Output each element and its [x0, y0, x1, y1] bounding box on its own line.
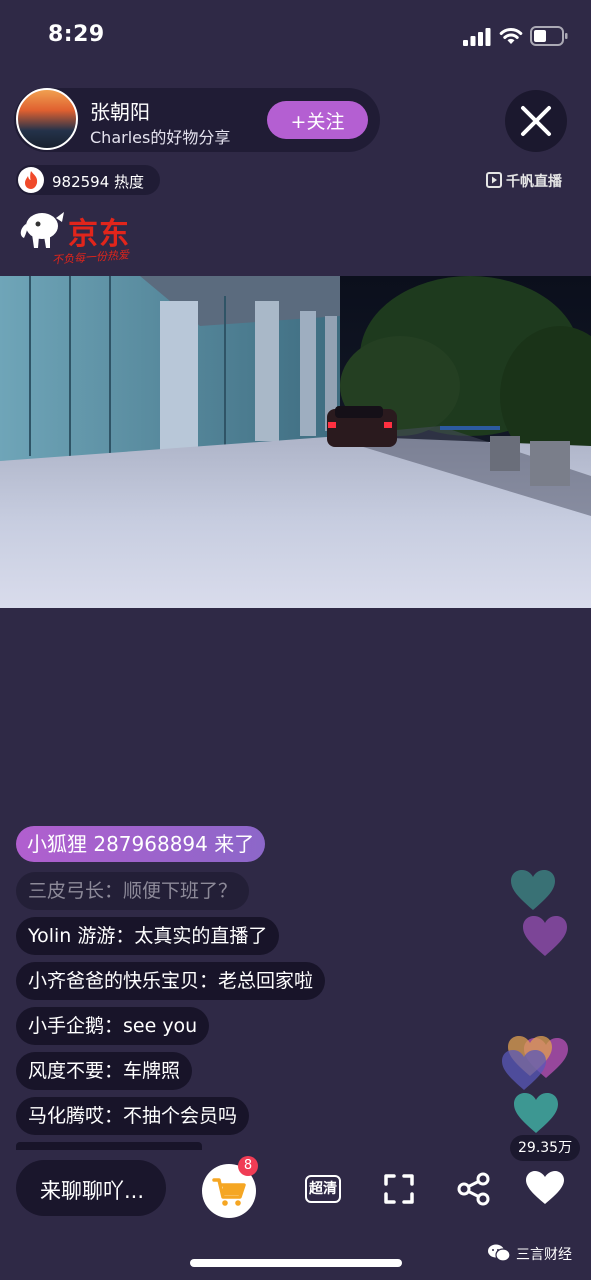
- chat-message: 风度不要：车牌照: [16, 1052, 193, 1090]
- chat-message: Yolin 游游：太真实的直播了: [16, 917, 280, 955]
- floating-heart-icon: [502, 1050, 546, 1090]
- chat-message: 马化腾哎：不抽个会员吗: [16, 1097, 250, 1135]
- user-entry-notice: 小狐狸 287968894 来了: [16, 826, 266, 862]
- like-heart-icon[interactable]: [525, 1170, 565, 1206]
- floating-heart-icon: [514, 1093, 558, 1133]
- floating-heart-icon: [511, 870, 555, 910]
- wifi-icon: [499, 28, 523, 44]
- floating-heart-icon: [523, 916, 567, 956]
- watermark-text: 三言财经: [516, 1247, 572, 1263]
- status-time: 8:29: [48, 22, 105, 47]
- close-button[interactable]: [505, 90, 567, 152]
- cart-count-badge: 8: [238, 1156, 258, 1176]
- chat-message-partial: [16, 1142, 202, 1150]
- chat-input-placeholder: 来聊聊吖...: [40, 1179, 145, 1203]
- video-frame: [0, 276, 591, 608]
- fullscreen-icon[interactable]: [384, 1174, 414, 1204]
- signal-icon: [463, 28, 491, 46]
- like-count: 29.35万: [510, 1135, 581, 1161]
- chat-message: 小手企鹅：see you: [16, 1007, 210, 1045]
- heat-value: 982594 热度: [52, 173, 145, 191]
- battery-icon: [530, 26, 568, 46]
- play-icon: [486, 172, 502, 188]
- home-indicator[interactable]: [190, 1259, 402, 1267]
- streamer-subtitle: Charles的好物分享: [90, 128, 231, 147]
- share-icon[interactable]: [457, 1172, 491, 1206]
- streamer-name: 张朝阳: [90, 100, 150, 124]
- quality-button[interactable]: 超清: [305, 1175, 341, 1203]
- wechat-icon: [488, 1244, 511, 1262]
- close-icon: [521, 106, 551, 136]
- platform-name: 千帆直播: [506, 174, 562, 190]
- chat-message: 小齐爸爸的快乐宝贝：老总回家啦: [16, 962, 326, 1000]
- chat-message: 三皮弓长：顺便下班了？: [16, 872, 250, 910]
- fire-icon: [18, 167, 44, 193]
- streamer-avatar[interactable]: [16, 88, 78, 150]
- live-video[interactable]: [0, 276, 591, 608]
- follow-button[interactable]: +关注: [267, 101, 368, 139]
- jd-dog-logo: [20, 212, 64, 248]
